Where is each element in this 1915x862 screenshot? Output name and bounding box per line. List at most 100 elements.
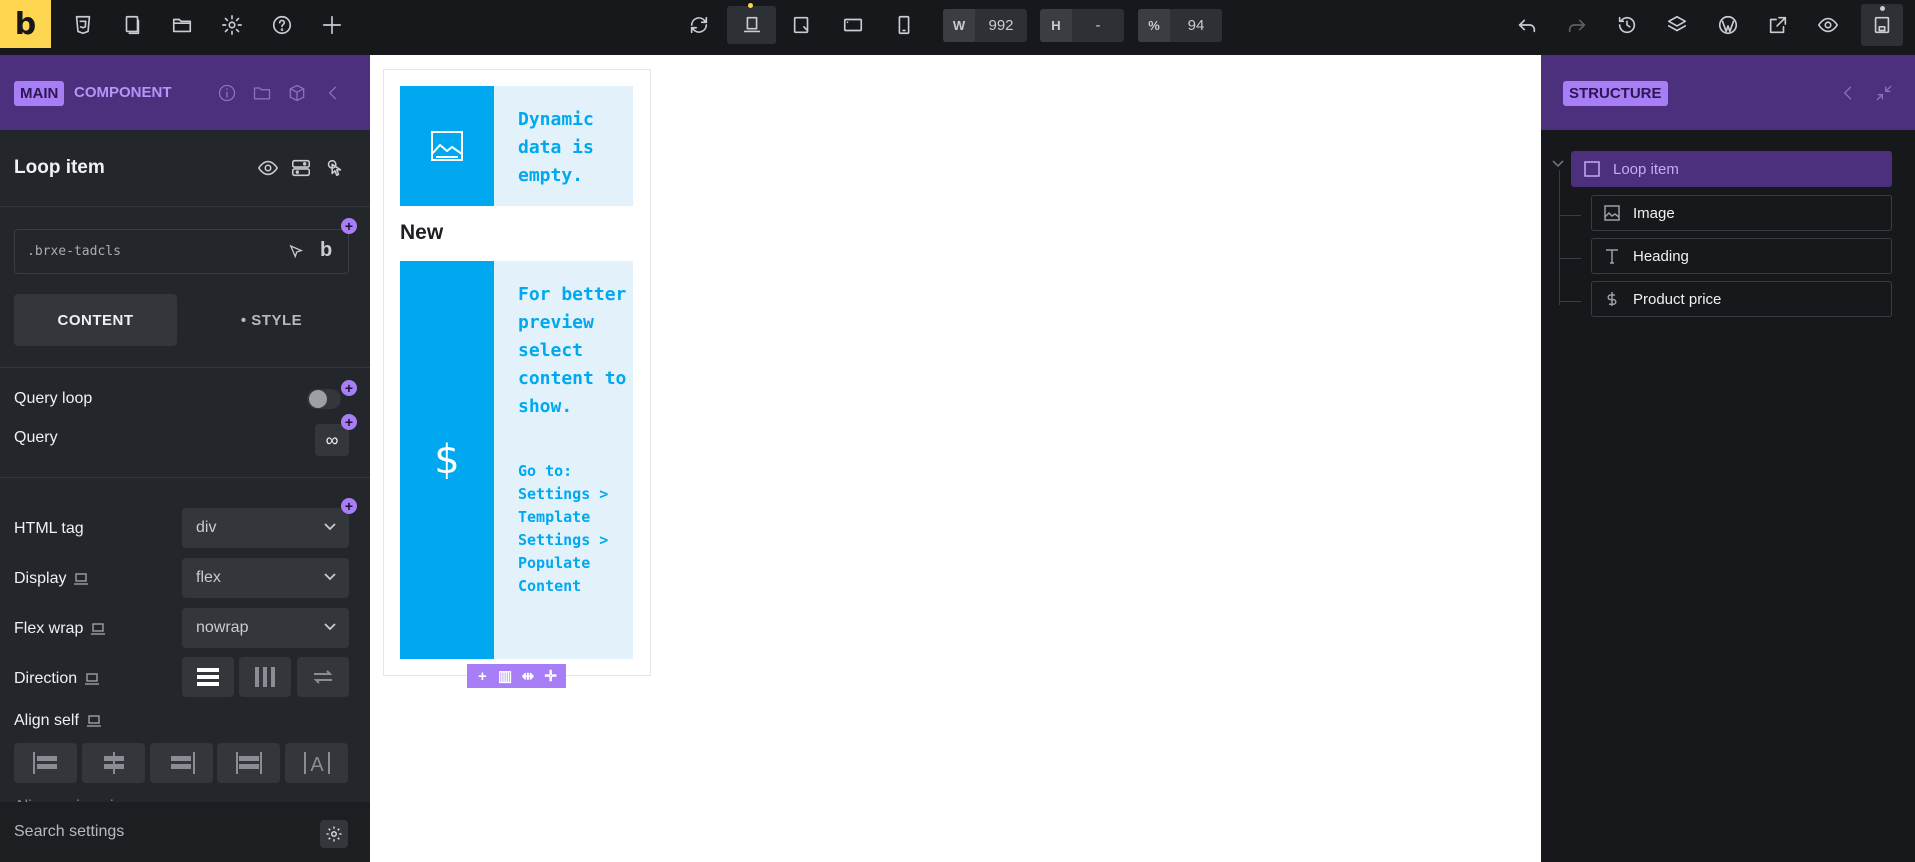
preview-hint-text: For better preview select content to sho… xyxy=(518,284,627,417)
box-icon[interactable] xyxy=(287,83,309,105)
tree-item-image[interactable]: Image xyxy=(1591,195,1892,231)
collapse-icon[interactable] xyxy=(1874,83,1896,105)
query-loop-text: Query loop xyxy=(14,390,93,407)
html-tag-value: div xyxy=(196,519,217,536)
image-placeholder[interactable] xyxy=(400,86,494,206)
wordpress-icon[interactable] xyxy=(1714,11,1742,39)
pages-icon[interactable] xyxy=(118,11,146,39)
folder-icon[interactable] xyxy=(252,83,274,105)
tree-item-product-price[interactable]: Product price xyxy=(1591,281,1892,317)
mobile-icon[interactable] xyxy=(890,11,918,39)
bricks-logo-button[interactable]: b xyxy=(0,0,51,48)
direction-column-button[interactable] xyxy=(182,657,234,697)
search-settings-placeholder[interactable]: Search settings xyxy=(14,823,124,841)
product-price-row[interactable]: $ For better preview select content to s… xyxy=(400,261,633,659)
css-class-input[interactable]: .brxe-tadcls b xyxy=(14,229,349,274)
divider xyxy=(0,367,370,368)
heading-icon xyxy=(1603,247,1621,265)
direction-reverse-button[interactable] xyxy=(297,657,349,697)
external-link-icon[interactable] xyxy=(1764,11,1792,39)
width-value[interactable]: 992 xyxy=(975,17,1027,34)
visibility-icon[interactable] xyxy=(257,157,281,181)
chevron-left-icon[interactable] xyxy=(323,83,345,105)
add-element-icon[interactable] xyxy=(318,11,346,39)
add-icon[interactable]: + xyxy=(473,668,491,685)
direction-label: Direction xyxy=(14,670,100,688)
direction-row-button[interactable] xyxy=(239,657,291,697)
component-tag[interactable]: COMPONENT xyxy=(74,84,172,101)
panel-header: MAIN COMPONENT xyxy=(0,55,370,130)
templates-folder-icon[interactable] xyxy=(168,11,196,39)
html-tag-text: HTML tag xyxy=(14,520,84,537)
zoom-field[interactable]: % 94 xyxy=(1138,9,1222,42)
main-tag[interactable]: MAIN xyxy=(14,81,65,106)
structure-panel: STRUCTURE Loop item Image Heading Produc… xyxy=(1541,55,1915,862)
columns-icon[interactable]: ▥ xyxy=(496,667,514,685)
divider xyxy=(0,477,370,478)
layers-icon[interactable] xyxy=(1663,11,1691,39)
display-label: Display xyxy=(14,570,89,588)
help-icon[interactable] xyxy=(268,11,296,39)
tree-item-heading[interactable]: Heading xyxy=(1591,238,1892,274)
align-self-label: Align self xyxy=(14,712,101,730)
tree-item-label: Image xyxy=(1633,204,1675,222)
conditions-icon[interactable] xyxy=(290,157,314,181)
align-self-center-button[interactable] xyxy=(82,743,145,783)
active-breakpoint-dot xyxy=(748,3,753,8)
undo-icon[interactable] xyxy=(1513,11,1541,39)
width-field[interactable]: W 992 xyxy=(943,9,1027,42)
horizontal-resize-icon[interactable]: ⇹ xyxy=(519,667,537,685)
history-icon[interactable] xyxy=(1613,11,1641,39)
add-query-plus-icon[interactable]: + xyxy=(341,414,357,430)
settings-gear-icon[interactable] xyxy=(218,11,246,39)
align-self-baseline-button[interactable]: A xyxy=(285,743,348,783)
breakpoint-icon xyxy=(91,623,106,635)
divider xyxy=(0,206,370,207)
height-field[interactable]: H - xyxy=(1040,9,1124,42)
heading-element[interactable]: New xyxy=(400,221,443,245)
chevron-left-icon[interactable] xyxy=(1838,83,1860,105)
search-settings-bar[interactable]: Search settings xyxy=(0,802,370,862)
tab-content[interactable]: CONTENT xyxy=(14,294,177,346)
toggle-knob xyxy=(309,390,327,408)
flex-wrap-select[interactable]: nowrap xyxy=(182,608,349,648)
move-icon[interactable]: ✛ xyxy=(542,667,560,685)
tab-style[interactable]: • STYLE xyxy=(190,294,353,346)
flex-wrap-text: Flex wrap xyxy=(14,620,84,637)
image-icon xyxy=(1603,204,1621,222)
tree-connector xyxy=(1559,215,1581,216)
redo-icon[interactable] xyxy=(1563,11,1591,39)
query-loop-toggle[interactable] xyxy=(307,389,341,409)
html-tag-select[interactable]: div xyxy=(182,508,349,548)
builder-canvas[interactable]: Dynamic data is empty. New $ For better … xyxy=(370,55,1541,862)
flex-wrap-label: Flex wrap xyxy=(14,620,106,638)
align-self-end-button[interactable] xyxy=(150,743,213,783)
info-icon[interactable] xyxy=(217,83,239,105)
tablet-icon[interactable] xyxy=(839,11,867,39)
interactions-icon[interactable] xyxy=(323,157,347,181)
breakpoint-icon xyxy=(86,715,101,727)
desktop-breakpoint-icon[interactable] xyxy=(727,6,776,44)
tree-item-loop-item[interactable]: Loop item xyxy=(1571,151,1892,187)
product-card-image-row[interactable]: Dynamic data is empty. xyxy=(400,86,633,206)
tablet-landscape-icon[interactable] xyxy=(788,11,816,39)
add-html-tag-plus-icon[interactable]: + xyxy=(341,498,357,514)
add-class-plus-icon[interactable]: + xyxy=(341,218,357,234)
css3-icon[interactable] xyxy=(69,11,97,39)
add-query-loop-plus-icon[interactable]: + xyxy=(341,380,357,396)
element-title: Loop item xyxy=(14,157,105,178)
flex-wrap-value: nowrap xyxy=(196,619,249,636)
align-self-stretch-button[interactable] xyxy=(217,743,280,783)
chevron-down-icon[interactable] xyxy=(1551,159,1565,169)
dollar-icon: $ xyxy=(400,261,494,659)
zoom-value[interactable]: 94 xyxy=(1170,17,1222,34)
display-select[interactable]: flex xyxy=(182,558,349,598)
tree-connector xyxy=(1559,301,1581,302)
bricks-class-badge[interactable]: b xyxy=(320,239,332,262)
search-settings-gear-icon[interactable] xyxy=(320,820,348,848)
align-self-start-button[interactable] xyxy=(14,743,77,783)
preview-eye-icon[interactable] xyxy=(1814,11,1842,39)
refresh-icon[interactable] xyxy=(685,11,713,39)
cursor-select-icon[interactable] xyxy=(287,243,305,261)
height-value[interactable]: - xyxy=(1072,17,1124,34)
